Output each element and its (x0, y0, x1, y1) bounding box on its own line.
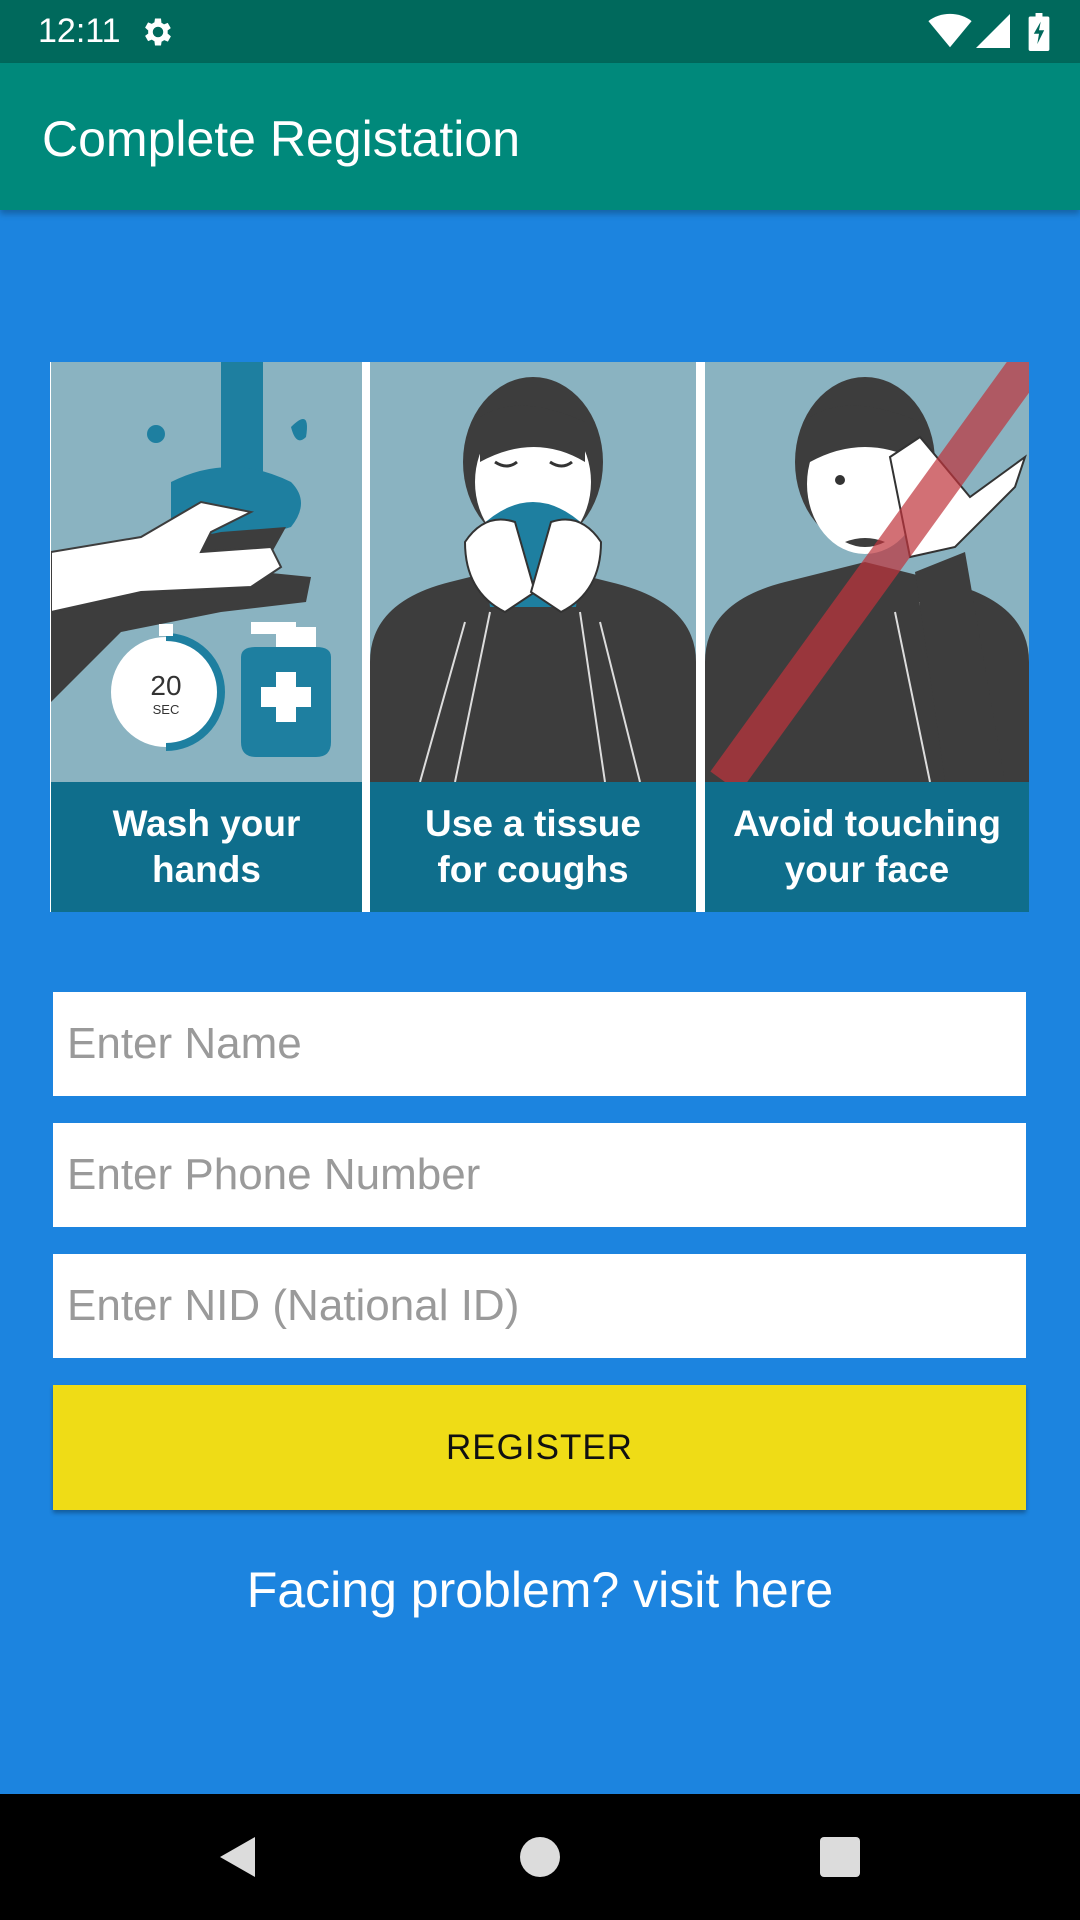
battery-charging-icon (1028, 13, 1050, 51)
cell-signal-icon (976, 14, 1010, 48)
caption-use-tissue: Use a tissue for coughs (370, 782, 696, 912)
status-time: 12:11 (38, 12, 121, 50)
home-icon[interactable] (515, 1832, 565, 1882)
caption-avoid-face: Avoid touching your face (705, 782, 1029, 912)
app-bar: Complete Registation (0, 63, 1080, 210)
timer-number: 20 (150, 670, 181, 701)
panel-avoid-face: Avoid touching your face (705, 362, 1029, 912)
system-nav-bar (0, 1794, 1080, 1920)
register-button[interactable]: REGISTER (53, 1385, 1026, 1510)
name-input[interactable] (53, 992, 1026, 1096)
hygiene-tips-banner: 20 SEC Wash your hands Use a tissue for … (50, 362, 1029, 912)
settings-gear-icon (145, 18, 171, 46)
recents-icon[interactable] (815, 1832, 865, 1882)
status-bar: 12:11 (0, 0, 1080, 63)
nid-input[interactable] (53, 1254, 1026, 1358)
help-link[interactable]: Facing problem? visit here (0, 1560, 1080, 1620)
wash-hands-illustration: 20 SEC (51, 362, 362, 782)
panel-use-tissue: Use a tissue for coughs (370, 362, 696, 912)
wifi-icon (928, 13, 972, 48)
phone-number-input[interactable] (53, 1123, 1026, 1227)
panel-wash-hands: 20 SEC Wash your hands (51, 362, 362, 912)
tissue-illustration (370, 362, 696, 782)
avoid-face-illustration (705, 362, 1029, 782)
timer-unit: SEC (153, 702, 180, 717)
back-icon[interactable] (215, 1832, 265, 1882)
caption-wash-hands: Wash your hands (51, 782, 362, 912)
page-title: Complete Registation (42, 111, 521, 167)
